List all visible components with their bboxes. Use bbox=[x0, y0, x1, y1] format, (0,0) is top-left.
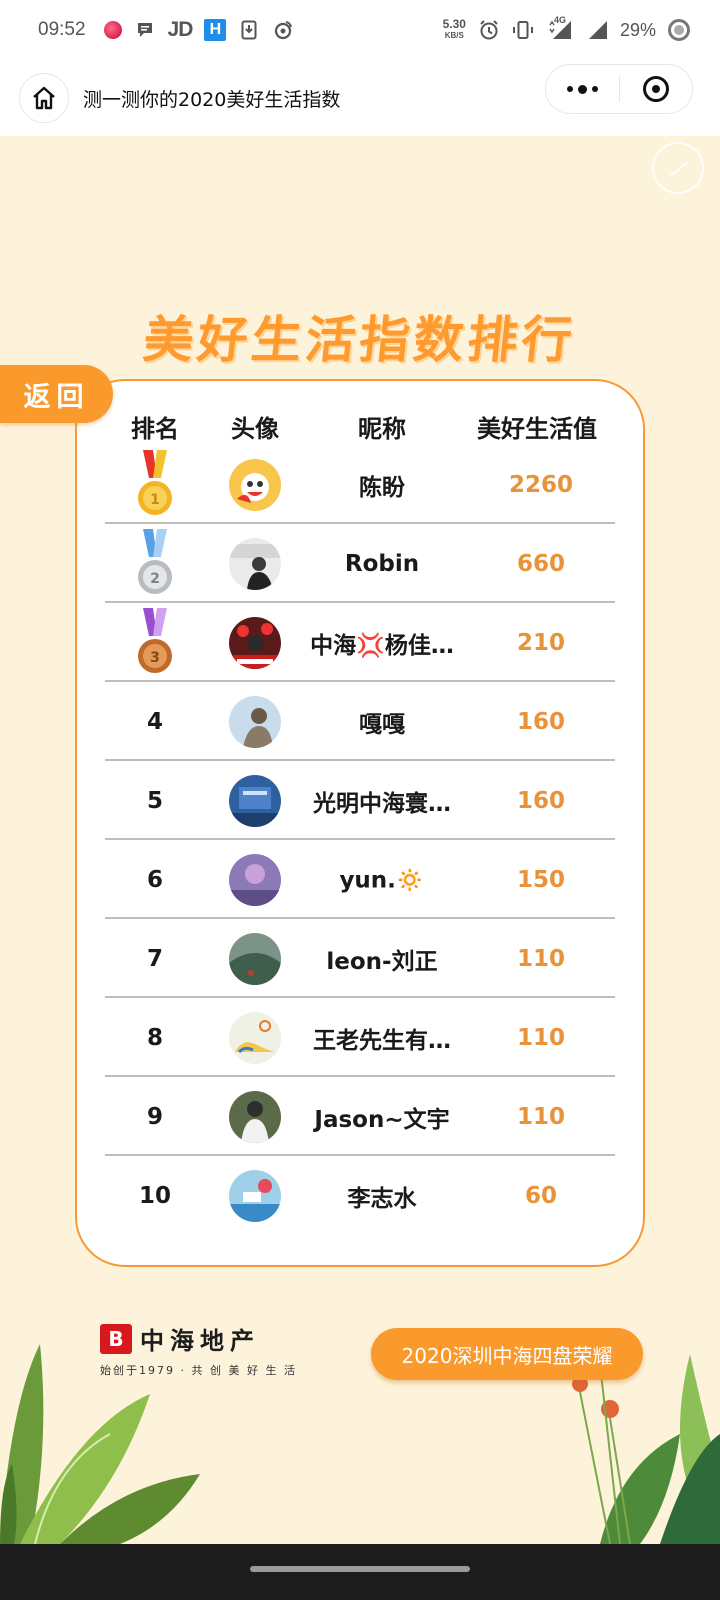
table-row: 10 李志水 60 bbox=[77, 1156, 643, 1235]
user-nickname: 嘎嘎 bbox=[359, 711, 405, 738]
h-app-icon: H bbox=[204, 19, 227, 41]
user-nickname: Robin bbox=[344, 550, 420, 577]
rank-number: 5 bbox=[146, 787, 164, 814]
table-row: 7 leon-刘正 110 bbox=[77, 919, 643, 998]
message-icon bbox=[134, 19, 156, 41]
system-navigation-bar bbox=[0, 1544, 720, 1600]
page-title: 测一测你的2020美好生活指数 bbox=[83, 88, 341, 111]
user-nickname: Jason~文宇 bbox=[314, 1106, 450, 1133]
table-row: 5 光明中海寰… 160 bbox=[77, 761, 643, 840]
svg-text:1: 1 bbox=[150, 492, 160, 508]
user-avatar bbox=[229, 458, 281, 511]
rank-number: 8 bbox=[146, 1024, 164, 1051]
user-nickname: leon-刘正 bbox=[326, 948, 438, 975]
close-target-icon bbox=[642, 76, 669, 102]
user-score: 160 bbox=[516, 708, 566, 735]
svg-text:3: 3 bbox=[150, 650, 160, 666]
music-toggle-icon[interactable] bbox=[652, 142, 704, 194]
column-avatar: 头像 bbox=[231, 415, 279, 443]
user-avatar bbox=[229, 1011, 281, 1064]
table-header: 排名 头像 昵称 美好生活值 bbox=[77, 409, 643, 449]
table-row: 9 Jason~文宇 110 bbox=[77, 1077, 643, 1156]
user-score: 110 bbox=[516, 1103, 566, 1130]
rank-number: 6 bbox=[146, 866, 164, 893]
user-score: 110 bbox=[516, 945, 566, 972]
user-nickname: 陈盼 bbox=[359, 474, 405, 501]
signal-icon bbox=[586, 19, 608, 41]
ranking-list: 1 陈盼 2260 2 Robin 660 3 中海💢杨佳… 210 4 嘎嘎 … bbox=[77, 445, 643, 1235]
close-mini-program-button[interactable] bbox=[620, 65, 693, 113]
capsule-menu bbox=[545, 64, 693, 114]
honor-button[interactable]: 2020深圳中海四盘荣耀 bbox=[371, 1328, 643, 1380]
user-nickname: 光明中海寰… bbox=[313, 790, 451, 817]
weibo-icon bbox=[272, 19, 294, 41]
user-score: 2260 bbox=[508, 471, 574, 498]
brand-mark-icon: B bbox=[100, 1323, 132, 1354]
svg-text:2: 2 bbox=[150, 571, 160, 587]
table-row: 4 嘎嘎 160 bbox=[77, 682, 643, 761]
user-score: 110 bbox=[516, 1024, 566, 1051]
alarm-icon bbox=[478, 19, 500, 41]
user-avatar bbox=[229, 932, 281, 985]
status-time: 09:52 bbox=[38, 19, 86, 40]
user-avatar bbox=[229, 695, 281, 748]
user-score: 160 bbox=[516, 787, 566, 814]
rank-number: 4 bbox=[146, 708, 164, 735]
rank-number: 10 bbox=[138, 1182, 172, 1209]
table-row: 8 王老先生有… 110 bbox=[77, 998, 643, 1077]
table-row: 1 陈盼 2260 bbox=[77, 445, 643, 524]
user-avatar bbox=[229, 853, 281, 906]
table-row: 3 中海💢杨佳… 210 bbox=[77, 603, 643, 682]
network-speed: 5.30 KB/S bbox=[442, 17, 466, 41]
table-row: 6 yun.🔅 150 bbox=[77, 840, 643, 919]
user-nickname: 王老先生有… bbox=[313, 1027, 451, 1054]
home-icon bbox=[33, 86, 55, 110]
ranking-board: 排名 头像 昵称 美好生活值 1 陈盼 2260 2 Robin 660 3 中… bbox=[75, 379, 645, 1267]
user-avatar bbox=[229, 1169, 281, 1222]
status-bar: 09:52 JD H 5.30 KB/S 4G 29% bbox=[0, 0, 720, 60]
vibrate-icon bbox=[512, 19, 534, 41]
rank-number: 9 bbox=[146, 1103, 164, 1130]
column-score: 美好生活值 bbox=[477, 415, 597, 443]
user-nickname: 中海💢杨佳… bbox=[310, 632, 454, 659]
network-speed-value: 5.30 bbox=[442, 17, 466, 31]
silver-medal-icon: 2 bbox=[138, 528, 172, 594]
notification-app-icon bbox=[103, 21, 122, 39]
home-button[interactable] bbox=[19, 73, 69, 123]
user-score: 210 bbox=[516, 629, 566, 656]
brand-tagline: 始创于1979 · 共 创 美 好 生 活 bbox=[100, 1364, 297, 1377]
column-nickname: 昵称 bbox=[358, 415, 406, 443]
gold-medal-icon: 1 bbox=[138, 449, 172, 515]
user-avatar bbox=[229, 537, 281, 590]
ranking-page: 美好生活指数排行 排名 头像 昵称 美好生活值 1 陈盼 2260 2 Robi… bbox=[0, 136, 720, 1544]
rank-number: 7 bbox=[146, 945, 164, 972]
table-row: 2 Robin 660 bbox=[77, 524, 643, 603]
bronze-medal-icon: 3 bbox=[138, 607, 172, 673]
user-nickname: 李志水 bbox=[347, 1185, 417, 1212]
user-score: 660 bbox=[516, 550, 566, 577]
mini-program-title-bar: 测一测你的2020美好生活指数 bbox=[0, 60, 720, 136]
user-score: 60 bbox=[524, 1182, 558, 1209]
user-nickname: yun.🔅 bbox=[339, 867, 425, 893]
back-button[interactable]: 返回 bbox=[0, 365, 113, 423]
jd-app-icon: JD bbox=[167, 18, 194, 41]
more-button[interactable] bbox=[546, 65, 619, 113]
signal-4g-icon: 4G bbox=[546, 15, 574, 41]
more-icon bbox=[566, 84, 598, 94]
battery-percent: 29% bbox=[619, 19, 656, 40]
battery-icon bbox=[668, 19, 690, 41]
user-avatar bbox=[229, 774, 281, 827]
brand-name: 中海地产 bbox=[140, 1326, 260, 1355]
gesture-handle[interactable] bbox=[250, 1566, 470, 1572]
column-rank: 排名 bbox=[131, 415, 179, 443]
user-score: 150 bbox=[516, 866, 566, 893]
download-icon bbox=[238, 19, 260, 41]
network-speed-unit: KB/S bbox=[444, 31, 464, 40]
ranking-heading: 美好生活指数排行 bbox=[140, 311, 579, 369]
user-avatar bbox=[229, 616, 281, 669]
network-type: 4G bbox=[553, 15, 566, 25]
user-avatar bbox=[229, 1090, 281, 1143]
brand-logo: B 中海地产 始创于1979 · 共 创 美 好 生 活 bbox=[100, 1321, 297, 1378]
